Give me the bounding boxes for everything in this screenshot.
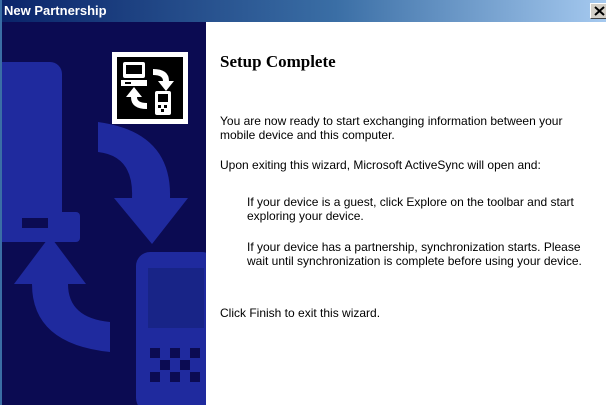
intro-text: You are now ready to start exchanging in… bbox=[220, 114, 563, 142]
wizard-sidebar bbox=[2, 22, 206, 405]
activesync-wizard-icon bbox=[112, 52, 188, 124]
exit-info-text: Upon exiting this wizard, Microsoft Acti… bbox=[220, 158, 541, 172]
finish-info-text: Click Finish to exit this wizard. bbox=[220, 306, 381, 320]
guest-info-text: If your device is a guest, click Explore… bbox=[247, 195, 574, 223]
wizard-content: Setup Complete You are now ready to star… bbox=[220, 22, 600, 405]
partnership-info-text: If your device has a partnership, synchr… bbox=[247, 240, 582, 268]
window-title: New Partnership bbox=[4, 3, 107, 18]
wizard-window: New Partnership Setup Complete You are n… bbox=[0, 0, 606, 405]
title-bar[interactable]: New Partnership bbox=[2, 0, 606, 22]
page-title: Setup Complete bbox=[220, 52, 336, 71]
close-button[interactable] bbox=[590, 3, 606, 19]
close-x-icon bbox=[594, 6, 605, 16]
